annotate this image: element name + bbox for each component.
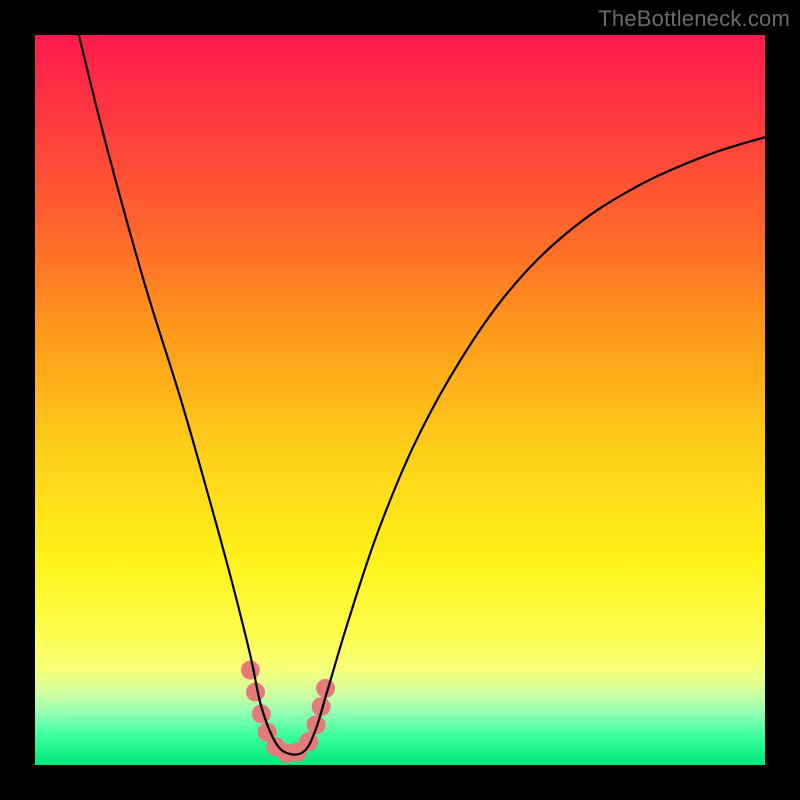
highlight-marker [299, 732, 318, 751]
plot-area [35, 35, 765, 765]
chart-svg [35, 35, 765, 765]
highlight-marker [241, 661, 260, 680]
watermark-text: TheBottleneck.com [598, 6, 790, 32]
chart-frame: TheBottleneck.com [0, 0, 800, 800]
bottleneck-curve [79, 35, 765, 755]
